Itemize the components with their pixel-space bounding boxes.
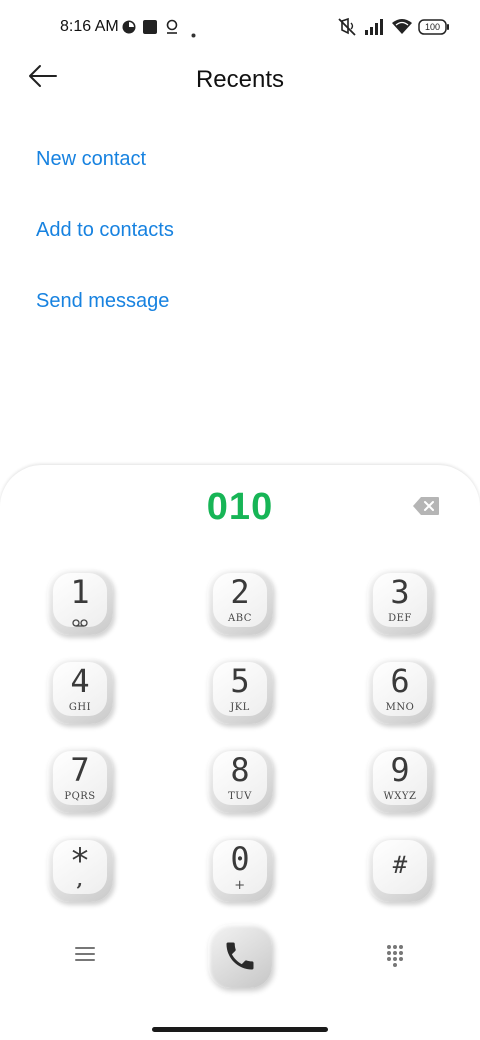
key-letters: MNO (385, 702, 415, 713)
header: Recents (0, 56, 480, 108)
key-digit: 4 (70, 662, 90, 700)
key-digit: # (392, 851, 408, 879)
add-to-contacts-link[interactable]: Add to contacts (36, 219, 174, 242)
menu-icon (74, 947, 96, 967)
page-title: Recents (195, 66, 285, 93)
home-indicator[interactable] (152, 1027, 328, 1032)
new-contact-link[interactable]: New contact (36, 148, 146, 171)
backspace-button[interactable] (412, 496, 442, 518)
key-letters: WXYZ (383, 791, 417, 802)
key-digit: 8 (230, 751, 250, 789)
key-digit: 1 (70, 573, 90, 611)
status-time: 8:16 AM (60, 18, 119, 35)
keypad-toggle-button[interactable] (385, 943, 405, 972)
key-1[interactable]: 1 (47, 569, 113, 635)
key-letters: , (76, 870, 84, 891)
key-6[interactable]: 6 MNO (367, 658, 433, 724)
key-5[interactable]: 5 JKL (207, 658, 273, 724)
square-icon (143, 20, 157, 39)
status-bar: 8:16 AM 100 (0, 0, 480, 56)
mute-icon (336, 17, 358, 42)
battery-icon: 100 (418, 19, 450, 40)
key-digit: 0 (230, 840, 250, 878)
key-letters: DEF (388, 613, 412, 624)
dot-icon (191, 25, 196, 43)
key-digit: 3 (390, 573, 410, 611)
key-digit: 6 (390, 662, 410, 700)
phone-icon (222, 938, 258, 979)
key-letters: ABC (228, 613, 252, 624)
keypad-icon (385, 945, 405, 971)
location-icon (165, 19, 179, 40)
key-star[interactable]: * , (47, 836, 113, 902)
key-2[interactable]: 2 ABC (207, 569, 273, 635)
data-saver-icon (122, 20, 136, 39)
key-4[interactable]: 4 GHI (47, 658, 113, 724)
key-hash[interactable]: # (367, 836, 433, 902)
send-message-link[interactable]: Send message (36, 290, 169, 313)
key-7[interactable]: 7 PQRS (47, 747, 113, 813)
key-0[interactable]: 0 + (207, 836, 273, 902)
wifi-icon (391, 17, 413, 40)
key-letters: GHI (68, 702, 92, 713)
signal-icon (364, 18, 386, 41)
key-digit: 5 (230, 662, 250, 700)
call-button[interactable] (208, 924, 272, 988)
dialed-number: 010 (206, 486, 274, 528)
key-digit: 9 (390, 751, 410, 789)
menu-button[interactable] (74, 945, 96, 968)
backspace-icon (412, 497, 440, 520)
key-9[interactable]: 9 WXYZ (367, 747, 433, 813)
battery-level: 100 (424, 22, 441, 32)
key-digit: 2 (230, 573, 250, 611)
key-3[interactable]: 3 DEF (367, 569, 433, 635)
key-digit: 7 (70, 751, 90, 789)
key-letters: PQRS (64, 791, 96, 802)
key-letters: + (234, 878, 246, 893)
key-letters: TUV (228, 791, 252, 802)
key-letters: JKL (230, 702, 250, 713)
voicemail-icon (72, 614, 88, 632)
key-8[interactable]: 8 TUV (207, 747, 273, 813)
